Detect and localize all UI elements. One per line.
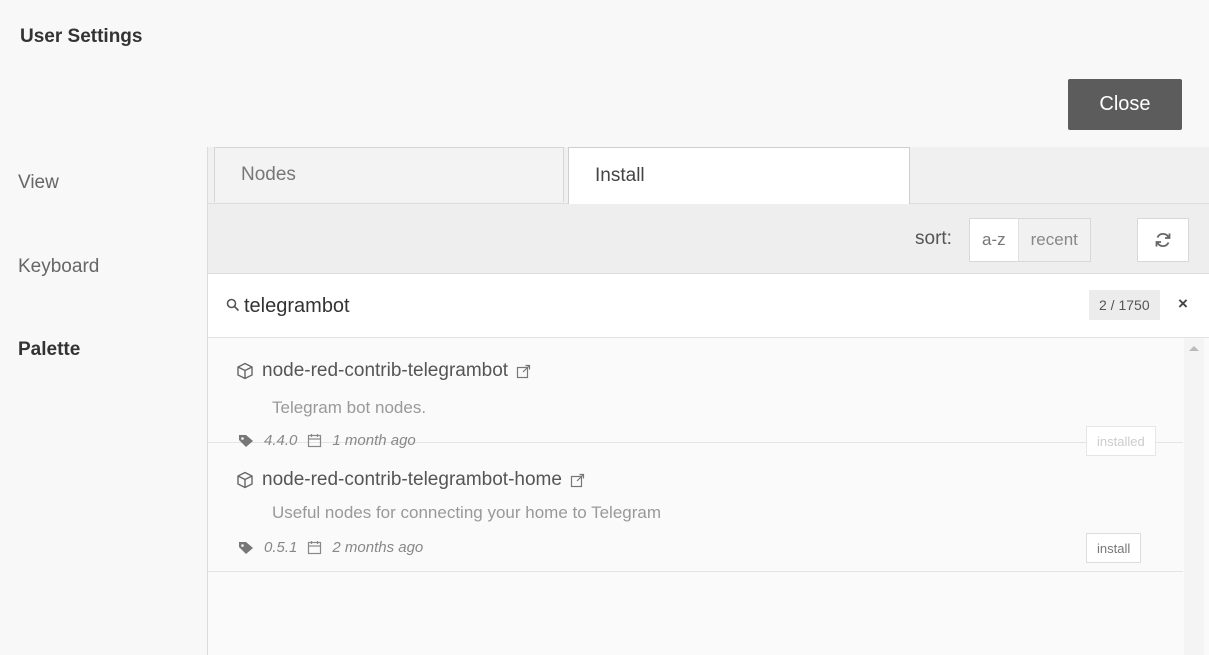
list-item: node-red-contrib-telegrambot Telegram bo… bbox=[208, 338, 1183, 456]
results-list: node-red-contrib-telegrambot Telegram bo… bbox=[208, 338, 1209, 655]
package-updated: 2 months ago bbox=[332, 539, 424, 556]
search-icon bbox=[226, 298, 240, 312]
install-button[interactable]: install bbox=[1086, 533, 1142, 563]
dialog-title: User Settings bbox=[20, 26, 143, 47]
tab-install[interactable]: Install bbox=[568, 147, 910, 204]
package-icon bbox=[237, 362, 253, 380]
user-settings-dialog: User Settings Close View Keyboard Palett… bbox=[0, 0, 1209, 655]
tag-icon bbox=[239, 541, 253, 554]
search-input[interactable] bbox=[242, 288, 1066, 324]
nav-item-palette[interactable]: Palette bbox=[18, 339, 80, 361]
package-icon bbox=[237, 471, 253, 489]
tab-bar: Nodes Install bbox=[208, 147, 1209, 204]
refresh-button[interactable] bbox=[1137, 218, 1189, 262]
results-scrollbar[interactable] bbox=[1184, 338, 1204, 655]
clear-search-button[interactable]: × bbox=[1178, 294, 1188, 314]
package-name: node-red-contrib-telegrambot bbox=[262, 360, 509, 381]
package-name: node-red-contrib-telegrambot-home bbox=[262, 469, 562, 490]
close-button[interactable]: Close bbox=[1068, 79, 1182, 130]
package-version: 0.5.1 bbox=[264, 539, 298, 556]
list-item: node-red-contrib-telegrambot-home Useful… bbox=[208, 443, 1183, 572]
refresh-icon bbox=[1155, 233, 1171, 247]
palette-panel: Nodes Install sort: a-z recent telegramb… bbox=[207, 147, 1209, 655]
nav-item-keyboard[interactable]: Keyboard bbox=[18, 256, 99, 278]
nav-item-view[interactable]: View bbox=[18, 172, 59, 194]
calendar-icon bbox=[308, 541, 322, 555]
sort-recent-button[interactable]: recent bbox=[1018, 219, 1090, 261]
external-link-icon[interactable] bbox=[516, 364, 531, 379]
sort-options: a-z recent bbox=[969, 218, 1091, 262]
search-bar: 2 / 1750 × bbox=[208, 274, 1209, 338]
sort-toolbar: sort: a-z recent bbox=[208, 204, 1209, 274]
sort-az-button[interactable]: a-z bbox=[970, 219, 1019, 261]
package-description: Telegram bot nodes. bbox=[272, 398, 427, 417]
sort-label: sort: bbox=[915, 228, 952, 249]
tab-nodes[interactable]: Nodes bbox=[214, 147, 564, 202]
result-count-badge: 2 / 1750 bbox=[1089, 290, 1160, 320]
external-link-icon[interactable] bbox=[570, 473, 585, 488]
package-description: Useful nodes for connecting your home to… bbox=[272, 503, 662, 522]
scroll-up-icon[interactable] bbox=[1188, 344, 1200, 352]
